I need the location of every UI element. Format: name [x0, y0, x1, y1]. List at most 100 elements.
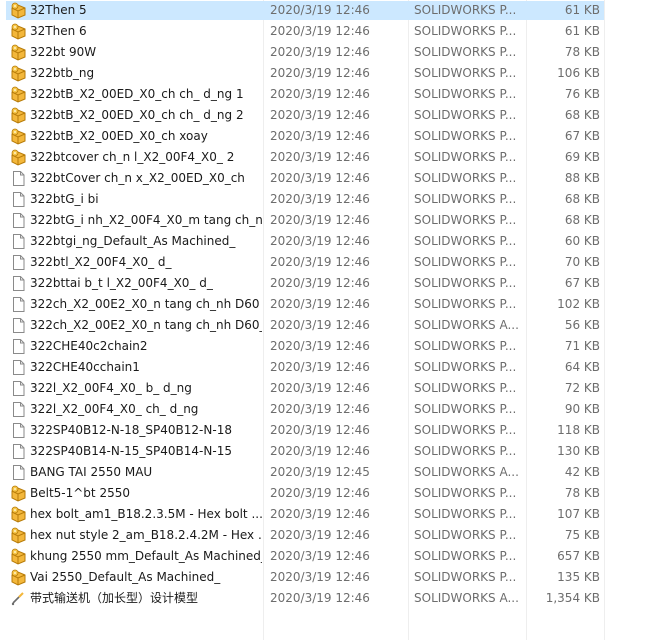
file-size: 78 KB [564, 486, 600, 500]
file-name: 32Then 6 [30, 24, 87, 38]
file-type: SOLIDWORKS P... [414, 360, 517, 374]
file-name: 322btb_ng [30, 66, 95, 80]
blank-file-icon [10, 401, 27, 418]
file-date-modified: 2020/3/19 12:46 [270, 297, 370, 311]
file-date-modified: 2020/3/19 12:46 [270, 402, 370, 416]
file-type: SOLIDWORKS P... [414, 423, 517, 437]
file-row[interactable]: 322btl_X2_00F4_X0_ d_ 2020/3/19 12:46 SOLI… [0, 252, 669, 273]
file-row[interactable]: hex bolt_am1_B18.2.3.5M - Hex bolt ... 20… [0, 504, 669, 525]
file-row[interactable]: 32Then 6 2020/3/19 12:46 SOLIDWORKS P... 61… [0, 21, 669, 42]
solidworks-assembly-icon [10, 590, 27, 607]
file-row[interactable]: 322SP40B14-N-15_SP40B14-N-15 2020/3/19 12… [0, 441, 669, 462]
file-row[interactable]: 322btG_i nh_X2_00F4_X0_m tang ch_nh 2020/… [0, 210, 669, 231]
blank-file-icon [10, 443, 27, 460]
file-type: SOLIDWORKS P... [414, 444, 517, 458]
file-name: 322l_X2_00F4_X0_ ch_ d_ng [30, 402, 199, 416]
file-date-modified: 2020/3/19 12:46 [270, 87, 370, 101]
file-size: 69 KB [564, 150, 600, 164]
file-name: 322btB_X2_00ED_X0_ch ch_ d_ng 2 [30, 108, 244, 122]
file-name: 322ch_X2_00E2_X0_n tang ch_nh D60_1 [30, 318, 262, 332]
blank-file-icon [10, 170, 27, 187]
file-type: SOLIDWORKS P... [414, 570, 517, 584]
file-row[interactable]: 322btG_i bi 2020/3/19 12:46 SOLIDWORKS P..… [0, 189, 669, 210]
file-row[interactable]: 带式输送机（加长型）设计模型 2020/3/19 12:46 SOLIDWORKS … [0, 588, 669, 609]
file-row[interactable]: BANG TAI 2550 MAU 2020/3/19 12:45 SOLIDWOR… [0, 462, 669, 483]
file-row[interactable]: 322btB_X2_00ED_X0_ch xoay 2020/3/19 12:46… [0, 126, 669, 147]
file-date-modified: 2020/3/19 12:46 [270, 192, 370, 206]
file-type: SOLIDWORKS P... [414, 276, 517, 290]
file-date-modified: 2020/3/19 12:46 [270, 486, 370, 500]
file-date-modified: 2020/3/19 12:46 [270, 150, 370, 164]
file-date-modified: 2020/3/19 12:46 [270, 570, 370, 584]
file-name: Belt5-1^bt 2550 [30, 486, 130, 500]
file-row[interactable]: 322SP40B12-N-18_SP40B12-N-18 2020/3/19 12… [0, 420, 669, 441]
file-name: 322CHE40c2chain2 [30, 339, 148, 353]
file-row[interactable]: 322bt 90W 2020/3/19 12:46 SOLIDWORKS P... 7… [0, 42, 669, 63]
solidworks-part-icon [10, 149, 27, 166]
file-date-modified: 2020/3/19 12:46 [270, 276, 370, 290]
blank-file-icon [10, 296, 27, 313]
file-row[interactable]: 322bttai b_t l_X2_00F4_X0_ d_ 2020/3/19 1… [0, 273, 669, 294]
file-date-modified: 2020/3/19 12:46 [270, 45, 370, 59]
file-row[interactable]: 32Then 5 2020/3/19 12:46 SOLIDWORKS P... 61… [0, 0, 669, 21]
file-row[interactable]: hex nut style 2_am_B18.2.4.2M - Hex ... 2… [0, 525, 669, 546]
file-row[interactable]: 322l_X2_00F4_X0_ ch_ d_ng 2020/3/19 12:46… [0, 399, 669, 420]
blank-file-icon [10, 317, 27, 334]
file-type: SOLIDWORKS A... [414, 465, 519, 479]
solidworks-part-icon [10, 86, 27, 103]
solidworks-part-icon [10, 485, 27, 502]
file-row[interactable]: 322btb_ng 2020/3/19 12:46 SOLIDWORKS P... 1… [0, 63, 669, 84]
file-row[interactable]: 322CHE40cchain1 2020/3/19 12:46 SOLIDWORKS… [0, 357, 669, 378]
solidworks-part-icon [10, 506, 27, 523]
blank-file-icon [10, 422, 27, 439]
solidworks-part-icon [10, 128, 27, 145]
file-type: SOLIDWORKS P... [414, 486, 517, 500]
file-date-modified: 2020/3/19 12:46 [270, 549, 370, 563]
file-row[interactable]: Vai 2550_Default_As Machined_ 2020/3/19 1… [0, 567, 669, 588]
file-size: 64 KB [564, 360, 600, 374]
file-row[interactable]: 322btcover ch_n l_X2_00F4_X0_ 2 2020/3/19… [0, 147, 669, 168]
file-size: 102 KB [557, 297, 600, 311]
file-size: 130 KB [557, 444, 600, 458]
file-name: hex bolt_am1_B18.2.3.5M - Hex bolt ... [30, 507, 262, 521]
file-date-modified: 2020/3/19 12:46 [270, 339, 370, 353]
file-date-modified: 2020/3/19 12:46 [270, 423, 370, 437]
file-row[interactable]: Belt5-1^bt 2550 2020/3/19 12:46 SOLIDWORKS… [0, 483, 669, 504]
file-date-modified: 2020/3/19 12:46 [270, 213, 370, 227]
file-type: SOLIDWORKS P... [414, 108, 517, 122]
blank-file-icon [10, 254, 27, 271]
file-name: 322CHE40cchain1 [30, 360, 140, 374]
file-row[interactable]: 322ch_X2_00E2_X0_n tang ch_nh D60 2020/3/… [0, 294, 669, 315]
file-name: 322btG_i bi [30, 192, 99, 206]
solidworks-part-icon [10, 527, 27, 544]
file-name: 32Then 5 [30, 3, 87, 17]
blank-file-icon [10, 380, 27, 397]
file-type: SOLIDWORKS A... [414, 318, 519, 332]
file-list[interactable]: 32Then 5 2020/3/19 12:46 SOLIDWORKS P... 61… [0, 0, 669, 609]
file-type: SOLIDWORKS P... [414, 507, 517, 521]
file-size: 61 KB [564, 3, 600, 17]
file-row[interactable]: 322btB_X2_00ED_X0_ch ch_ d_ng 2 2020/3/19… [0, 105, 669, 126]
file-date-modified: 2020/3/19 12:46 [270, 129, 370, 143]
file-name: khung 2550 mm_Default_As Machined_ [30, 549, 262, 563]
file-name: 322btG_i nh_X2_00F4_X0_m tang ch_nh [30, 213, 262, 227]
file-row[interactable]: 322ch_X2_00E2_X0_n tang ch_nh D60_1 2020/… [0, 315, 669, 336]
file-name: 322btcover ch_n l_X2_00F4_X0_ 2 [30, 150, 235, 164]
file-date-modified: 2020/3/19 12:46 [270, 255, 370, 269]
file-size: 68 KB [564, 213, 600, 227]
file-row[interactable]: 322btCover ch_n x_X2_00ED_X0_ch 2020/3/19… [0, 168, 669, 189]
file-row[interactable]: 322btB_X2_00ED_X0_ch ch_ d_ng 1 2020/3/19… [0, 84, 669, 105]
file-size: 78 KB [564, 45, 600, 59]
file-size: 60 KB [564, 234, 600, 248]
blank-file-icon [10, 359, 27, 376]
file-row[interactable]: 322l_X2_00F4_X0_ b_ d_ng 2020/3/19 12:46 S… [0, 378, 669, 399]
file-row[interactable]: khung 2550 mm_Default_As Machined_ 2020/3… [0, 546, 669, 567]
file-type: SOLIDWORKS P... [414, 129, 517, 143]
file-row[interactable]: 322CHE40c2chain2 2020/3/19 12:46 SOLIDWORK… [0, 336, 669, 357]
file-type: SOLIDWORKS P... [414, 192, 517, 206]
file-date-modified: 2020/3/19 12:46 [270, 66, 370, 80]
file-name: 322bt 90W [30, 45, 97, 59]
file-row[interactable]: 322btgi_ng_Default_As Machined_ 2020/3/19… [0, 231, 669, 252]
solidworks-part-icon [10, 65, 27, 82]
file-name: 322ch_X2_00E2_X0_n tang ch_nh D60 [30, 297, 260, 311]
